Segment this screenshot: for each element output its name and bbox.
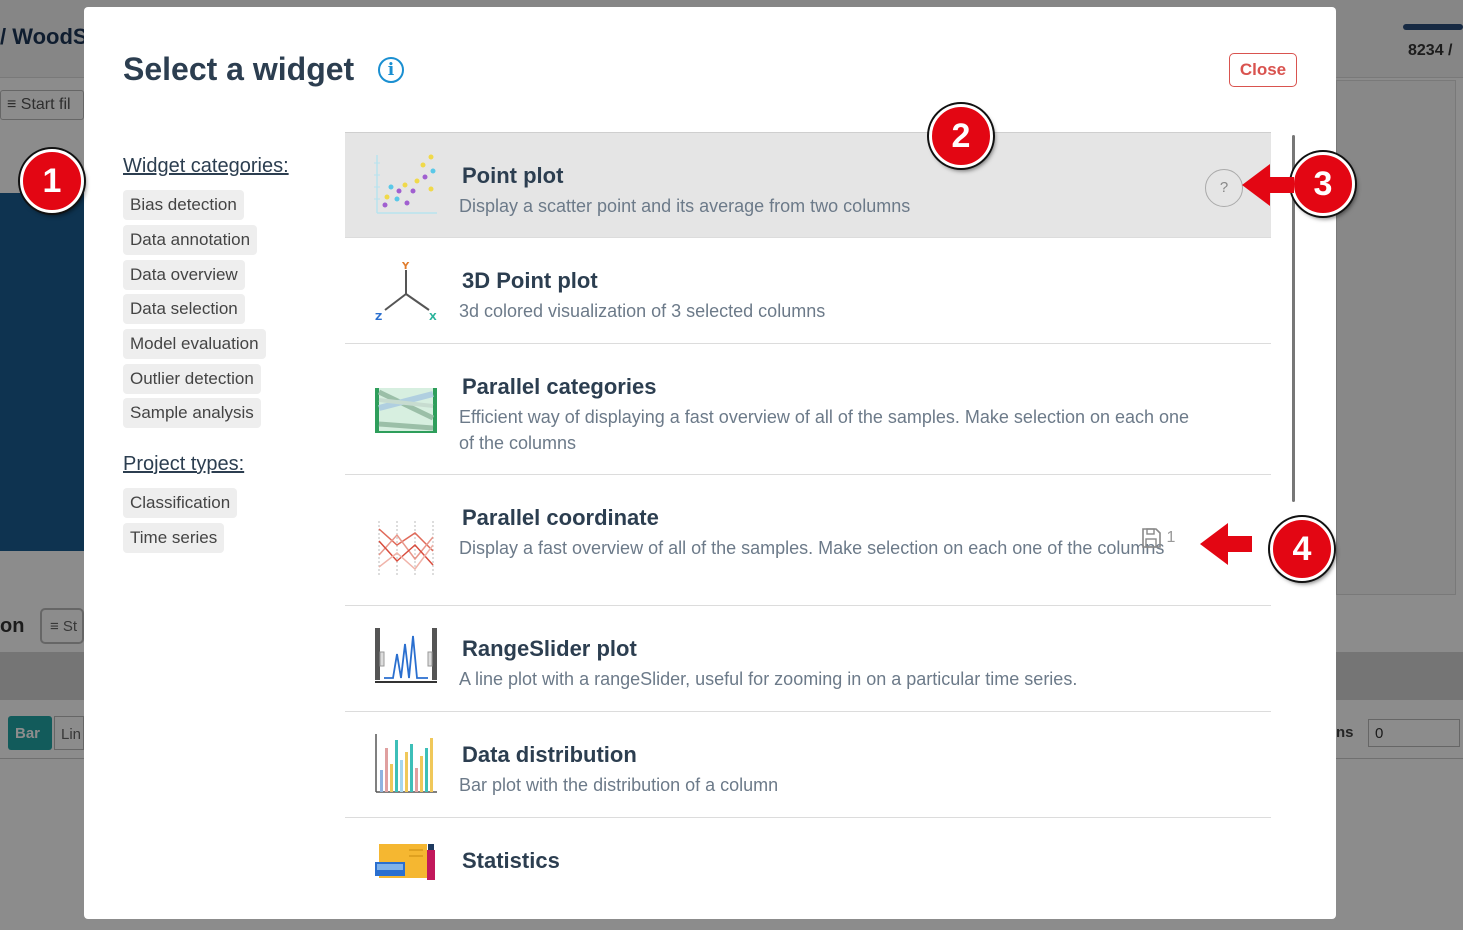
widget-description: Display a scatter point and its average … bbox=[459, 196, 911, 216]
category-chip-data-overview[interactable]: Data overview bbox=[123, 260, 245, 290]
close-button[interactable]: Close bbox=[1229, 53, 1297, 87]
category-chip-data-annotation[interactable]: Data annotation bbox=[123, 225, 258, 255]
parallel-categories-icon bbox=[375, 388, 437, 433]
widget-title: Statistics bbox=[462, 848, 560, 873]
info-icon[interactable]: i bbox=[378, 57, 404, 83]
select-widget-modal: Select a widget i Close Widget categorie… bbox=[84, 7, 1336, 919]
widget-description: Efficient way of displaying a fast overv… bbox=[459, 407, 1190, 453]
widget-description: 3d colored visualization of 3 selected c… bbox=[459, 301, 826, 321]
modal-title: Select a widget bbox=[123, 51, 355, 87]
widget-description: Display a fast overview of all of the sa… bbox=[459, 538, 1165, 558]
help-button[interactable]: ? bbox=[1205, 169, 1243, 207]
annotation-marker-3: 3 bbox=[1291, 152, 1355, 216]
widget-item-parallel-categories[interactable]: Parallel categories Efficient way of dis… bbox=[345, 344, 1271, 475]
widget-item-parallel-coordinate[interactable]: Parallel coordinate Display a fast overv… bbox=[345, 475, 1271, 606]
x-axis-label: X bbox=[429, 312, 437, 323]
widget-item-statistics[interactable]: Statistics bbox=[345, 818, 1271, 919]
saved-widgets-count[interactable]: 1 bbox=[1140, 527, 1175, 549]
widget-item-point-plot[interactable]: Point plot Display a scatter point and i… bbox=[345, 132, 1271, 238]
widget-list: Point plot Display a scatter point and i… bbox=[345, 132, 1271, 919]
category-chip-outlier-detection[interactable]: Outlier detection bbox=[123, 364, 261, 394]
annotation-marker-2: 2 bbox=[929, 104, 993, 168]
statistics-icon bbox=[375, 844, 435, 880]
annotation-marker-1: 1 bbox=[20, 149, 84, 213]
annotation-marker-4: 4 bbox=[1270, 517, 1334, 581]
category-chip-data-selection[interactable]: Data selection bbox=[123, 294, 245, 324]
widget-title: Parallel coordinate bbox=[462, 505, 659, 530]
category-chip-bias-detection[interactable]: Bias detection bbox=[123, 190, 244, 220]
project-type-chip-classification[interactable]: Classification bbox=[123, 488, 238, 518]
widget-title: Point plot bbox=[462, 163, 564, 188]
category-chip-sample-analysis[interactable]: Sample analysis bbox=[123, 398, 261, 428]
annotation-arrow-left-icon bbox=[1200, 523, 1252, 565]
save-disk-icon bbox=[1142, 528, 1161, 548]
widget-categories-heading: Widget categories: bbox=[123, 155, 289, 177]
project-types-heading: Project types: bbox=[123, 453, 245, 475]
z-axis-label: Z bbox=[375, 312, 382, 323]
project-type-chip-time-series[interactable]: Time series bbox=[123, 523, 225, 553]
widget-item-rangeslider-plot[interactable]: RangeSlider plot A line plot with a rang… bbox=[345, 606, 1271, 712]
scatter-plot-icon bbox=[374, 154, 437, 214]
annotation-arrow-left-icon bbox=[1242, 164, 1294, 206]
category-chip-model-evaluation[interactable]: Model evaluation bbox=[123, 329, 266, 359]
range-slider-icon bbox=[375, 628, 437, 683]
widget-description: A line plot with a rangeSlider, useful f… bbox=[459, 669, 1078, 689]
widget-description: Bar plot with the distribution of a colu… bbox=[459, 775, 779, 795]
widget-item-data-distribution[interactable]: Data distribution Bar plot with the dist… bbox=[345, 712, 1271, 818]
saved-count-value: 1 bbox=[1166, 529, 1176, 547]
bar-chart-icon bbox=[375, 734, 437, 793]
widget-item-3d-point-plot[interactable]: Y Z X 3D Point plot 3d colored visualiza… bbox=[345, 238, 1271, 344]
3d-axes-icon: Y Z X bbox=[375, 261, 437, 323]
parallel-coordinates-icon bbox=[378, 521, 434, 575]
y-axis-label: Y bbox=[401, 261, 410, 272]
widget-title: Data distribution bbox=[462, 742, 637, 767]
widget-title: 3D Point plot bbox=[462, 268, 598, 293]
widget-title: Parallel categories bbox=[462, 374, 657, 399]
widget-title: RangeSlider plot bbox=[462, 636, 637, 661]
